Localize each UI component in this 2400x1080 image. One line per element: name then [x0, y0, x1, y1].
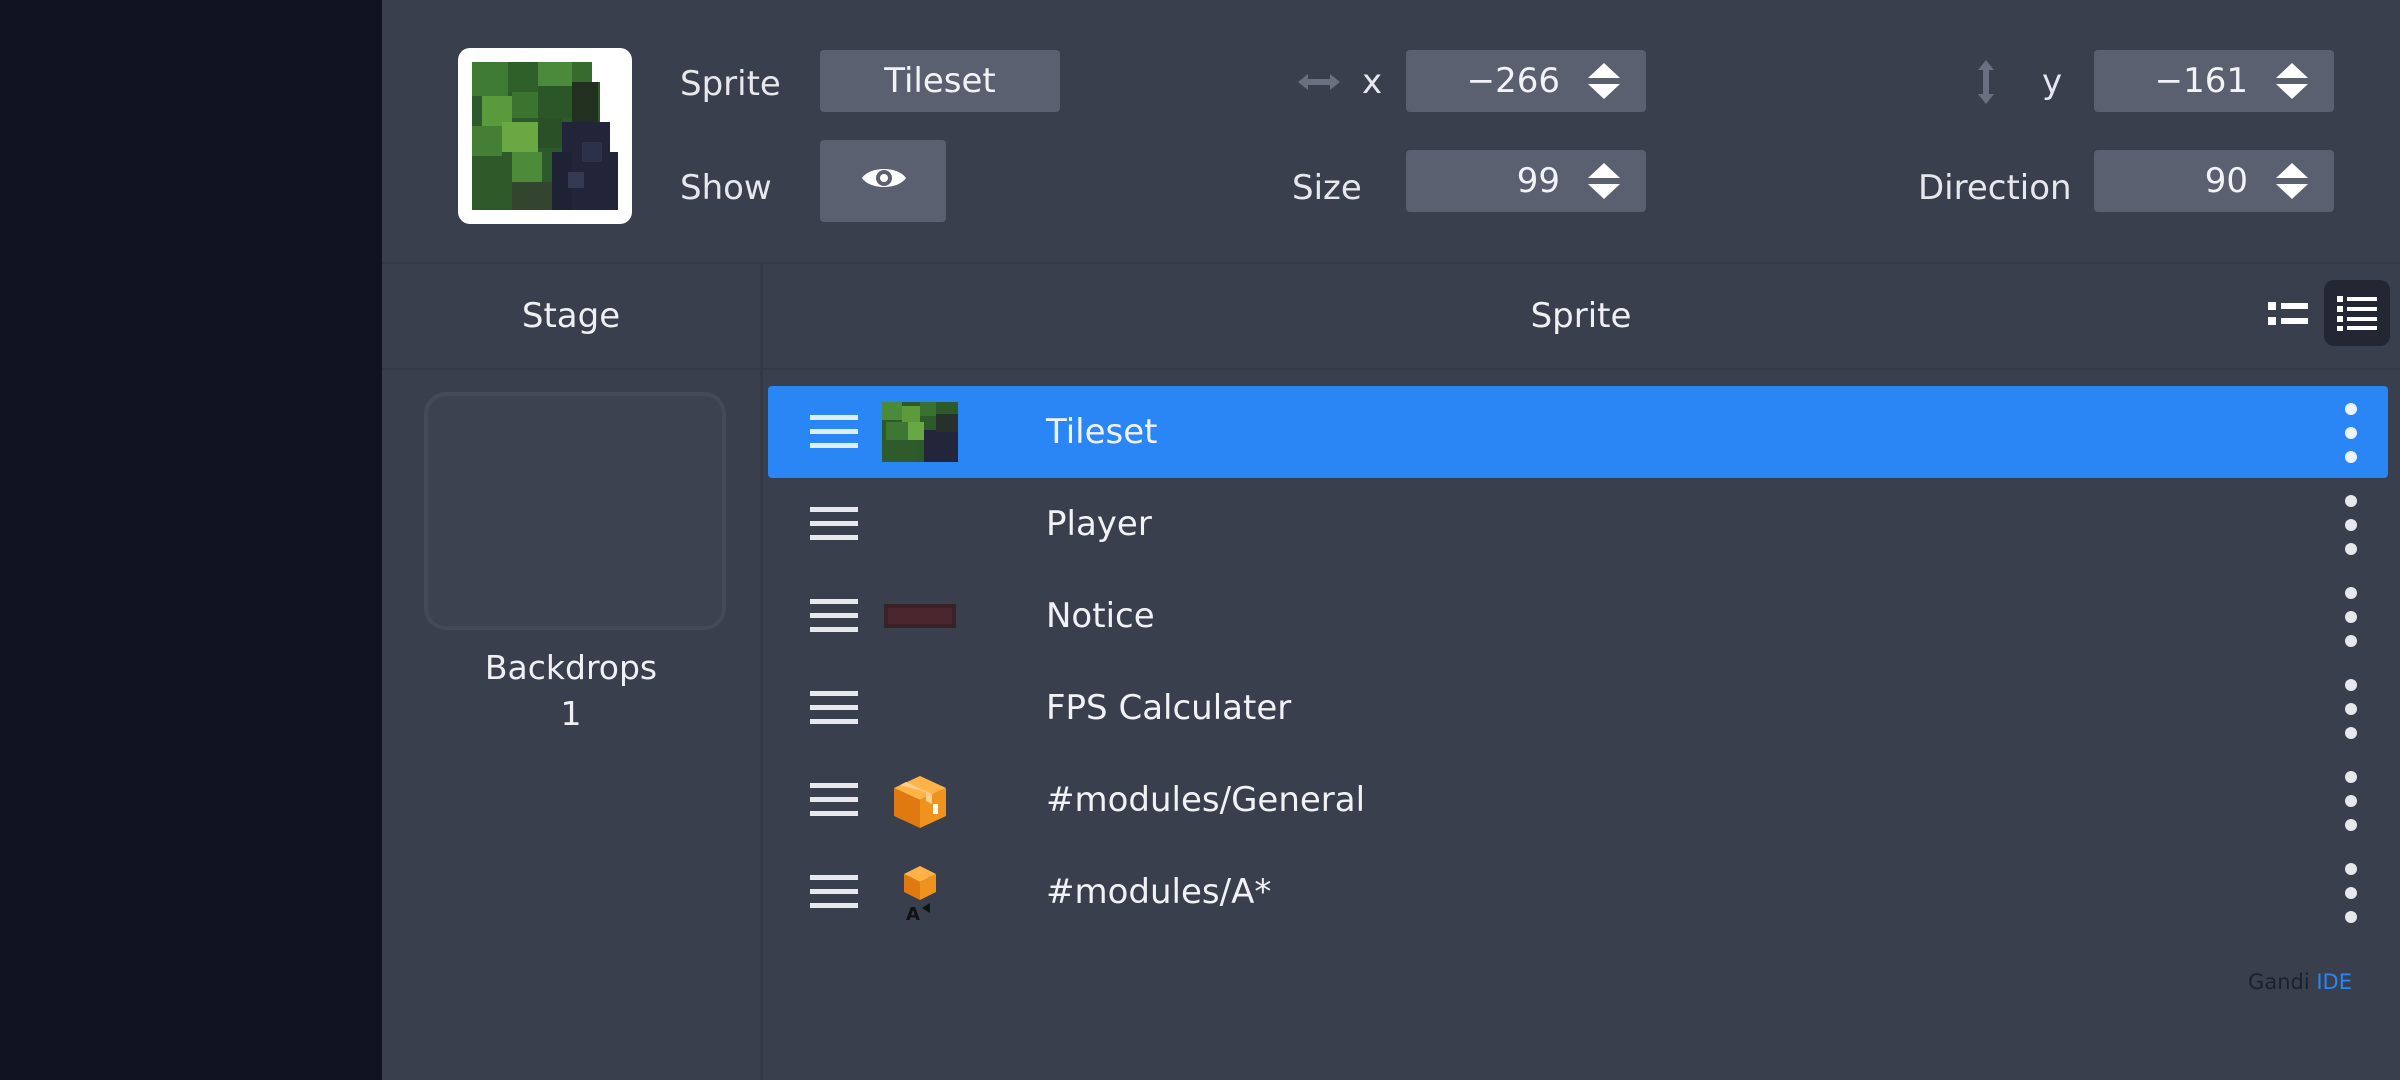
- more-options-icon[interactable]: [2344, 586, 2358, 648]
- more-options-icon[interactable]: [2344, 402, 2358, 464]
- drag-handle-icon[interactable]: [810, 413, 858, 451]
- drag-handle-icon[interactable]: [810, 505, 858, 543]
- stage-header[interactable]: Stage: [382, 264, 760, 368]
- drag-handle-icon[interactable]: [810, 781, 858, 819]
- direction-input[interactable]: 90: [2094, 150, 2334, 212]
- more-options-icon[interactable]: [2344, 678, 2358, 740]
- list-icon: [2337, 296, 2377, 331]
- size-label: Size: [1292, 168, 1362, 208]
- more-options-icon[interactable]: [2344, 770, 2358, 832]
- sprite-row-modules-astar[interactable]: A #modules/A*: [768, 846, 2388, 938]
- drag-handle-icon[interactable]: [810, 597, 858, 635]
- y-input[interactable]: −161: [2094, 50, 2334, 112]
- brand-gandi: Gandi: [2248, 970, 2310, 994]
- eye-icon: [862, 169, 906, 187]
- size-spinner-icon[interactable]: [1584, 160, 1624, 202]
- header-divider: [382, 368, 2400, 370]
- vertical-arrows-icon: [1978, 60, 1994, 104]
- show-label: Show: [680, 168, 772, 208]
- list-view-button[interactable]: [2324, 280, 2390, 346]
- sprite-name: #modules/General: [1046, 780, 1366, 820]
- x-label: x: [1362, 62, 1383, 102]
- sprite-name: Player: [1046, 504, 1152, 544]
- left-empty-area: [0, 0, 382, 1080]
- orange-box-a-icon: A: [904, 866, 936, 924]
- x-value: −266: [1466, 61, 1560, 101]
- sprite-header: Sprite: [762, 264, 2400, 368]
- horizontal-arrows-icon: [1298, 74, 1340, 90]
- sprite-name-value: Tileset: [884, 61, 996, 101]
- sprite-name-input[interactable]: Tileset: [820, 50, 1060, 112]
- size-input[interactable]: 99: [1406, 150, 1646, 212]
- stage-thumbnail[interactable]: [424, 392, 726, 630]
- tileset-thumbnail-icon: [472, 62, 618, 210]
- sprite-name: #modules/A*: [1046, 872, 1272, 912]
- direction-label: Direction: [1918, 168, 2072, 208]
- drag-handle-icon[interactable]: [810, 873, 858, 911]
- sprite-pane: Sprite Tileset Show x −266 y −161 Size 9…: [382, 0, 2400, 1080]
- tileset-thumbnail-icon: [882, 402, 958, 462]
- gandi-ide-watermark: Gandi IDE: [2248, 970, 2352, 994]
- direction-spinner-icon[interactable]: [2272, 160, 2312, 202]
- sprite-header-label: Sprite: [1530, 296, 1632, 336]
- sprite-name: Notice: [1046, 596, 1155, 636]
- backdrops-count: 1: [560, 694, 582, 733]
- sprite-row-modules-general[interactable]: #modules/General: [768, 754, 2388, 846]
- y-value: −161: [2154, 61, 2248, 101]
- brand-ide: IDE: [2316, 970, 2352, 994]
- size-value: 99: [1516, 161, 1560, 201]
- orange-box-icon: [894, 776, 946, 828]
- y-spinner-icon[interactable]: [2272, 60, 2312, 102]
- column-divider: [760, 264, 763, 1080]
- more-options-icon[interactable]: [2344, 494, 2358, 556]
- sprite-row-fps-calculater[interactable]: FPS Calculater: [768, 662, 2388, 754]
- x-input[interactable]: −266: [1406, 50, 1646, 112]
- sprite-row-notice[interactable]: Notice: [768, 570, 2388, 662]
- direction-value: 90: [2204, 161, 2248, 201]
- show-toggle-button[interactable]: [820, 140, 946, 222]
- x-spinner-icon[interactable]: [1584, 60, 1624, 102]
- sprite-name: Tileset: [1046, 412, 1158, 452]
- dark-red-bar-thumbnail-icon: [884, 604, 956, 628]
- sprite-info-panel: Sprite Tileset Show x −266 y −161 Size 9…: [382, 0, 2400, 264]
- more-options-icon[interactable]: [2344, 862, 2358, 924]
- compact-list-view-button[interactable]: [2252, 280, 2318, 346]
- stage-header-label: Stage: [521, 296, 621, 336]
- sprite-name-label: Sprite: [680, 64, 781, 104]
- backdrops-label: Backdrops: [484, 648, 658, 687]
- svg-text:A: A: [906, 904, 920, 924]
- sprite-row-tileset[interactable]: Tileset: [768, 386, 2388, 478]
- drag-handle-icon[interactable]: [810, 689, 858, 727]
- sprite-name: FPS Calculater: [1046, 688, 1292, 728]
- compact-list-icon: [2268, 302, 2308, 325]
- sprite-row-player[interactable]: Player: [768, 478, 2388, 570]
- y-label: y: [2042, 62, 2063, 102]
- current-sprite-thumbnail: [458, 48, 632, 224]
